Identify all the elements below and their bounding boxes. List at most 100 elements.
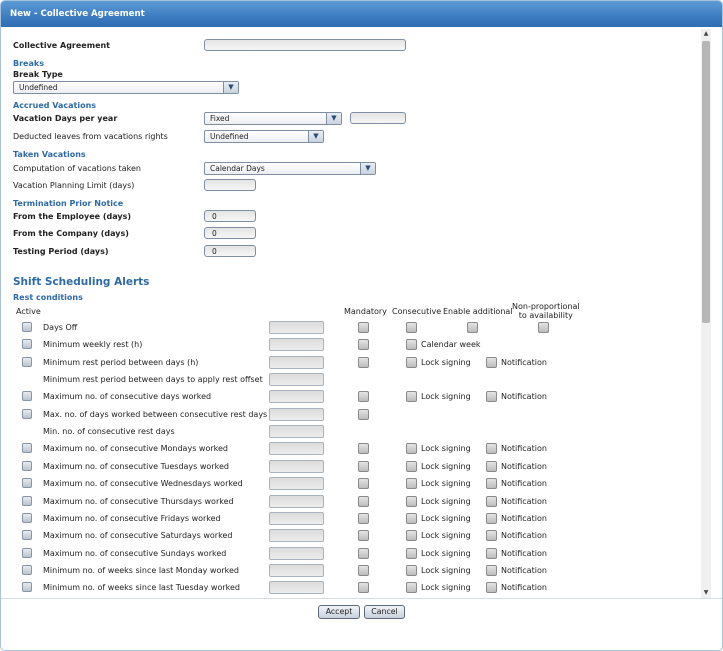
active-checkbox[interactable] [22,530,32,540]
option1-checkbox[interactable] [406,548,417,559]
mandatory-checkbox[interactable] [358,443,369,454]
rest-condition-value-input[interactable] [269,356,324,369]
rest-condition-value-input[interactable] [269,338,324,351]
active-checkbox[interactable] [22,478,32,488]
rest-condition-value-input[interactable] [269,477,324,490]
active-checkbox[interactable] [22,548,32,558]
nonprop-checkbox[interactable] [538,322,549,333]
option1-checkbox[interactable] [406,339,417,350]
option1-checkbox[interactable] [406,391,417,402]
active-checkbox[interactable] [22,565,32,575]
rest-condition-value-input[interactable] [269,581,324,594]
rest-condition-value-input[interactable] [269,495,324,508]
notification-checkbox[interactable] [486,443,497,454]
mandatory-checkbox[interactable] [358,391,369,402]
rest-condition-value-input[interactable] [269,408,324,421]
notification-checkbox[interactable] [486,496,497,507]
vacation-days-input[interactable] [350,112,406,124]
mandatory-checkbox[interactable] [358,322,369,333]
arrow-up-icon[interactable]: ▲ [701,29,711,39]
mandatory-checkbox[interactable] [358,565,369,576]
active-checkbox[interactable] [22,357,32,367]
vertical-scrollbar[interactable]: ▲ ▼ [701,29,711,598]
notification-label: Notification [501,583,547,592]
active-checkbox[interactable] [22,443,32,453]
option1-checkbox[interactable] [406,478,417,489]
option1-checkbox[interactable] [406,461,417,472]
active-checkbox[interactable] [22,322,32,332]
option1-checkbox[interactable] [406,443,417,454]
option1-label: Lock signing [421,479,471,488]
rest-condition-value-input[interactable] [269,460,324,473]
option1-checkbox[interactable] [406,565,417,576]
rest-condition-label: Minimum no. of weeks since last Monday w… [43,566,240,575]
mandatory-checkbox[interactable] [358,530,369,541]
computation-select[interactable]: Calendar Days ▼ [204,162,376,175]
accept-button[interactable]: Accept [318,605,360,619]
mandatory-checkbox[interactable] [358,582,369,593]
option1-checkbox[interactable] [406,530,417,541]
option1-checkbox[interactable] [406,357,417,368]
notification-checkbox[interactable] [486,565,497,576]
option1-label: Lock signing [421,583,471,592]
breaks-section-title: Breaks [13,59,44,68]
notification-checkbox[interactable] [486,582,497,593]
vacation-days-select[interactable]: Fixed ▼ [204,112,342,125]
mandatory-checkbox[interactable] [358,357,369,368]
chevron-down-icon[interactable]: ▼ [326,113,341,124]
rest-condition-value-input[interactable] [269,425,324,438]
cancel-button[interactable]: Cancel [364,605,405,619]
rest-condition-value-input[interactable] [269,547,324,560]
rest-condition-value-input[interactable] [269,512,324,525]
mandatory-checkbox[interactable] [358,409,369,420]
break-type-select[interactable]: Undefined ▼ [13,81,239,94]
mandatory-checkbox[interactable] [358,548,369,559]
active-checkbox[interactable] [22,496,32,506]
active-checkbox[interactable] [22,339,32,349]
scrollbar-thumb[interactable] [702,41,710,323]
notification-checkbox[interactable] [486,478,497,489]
active-checkbox[interactable] [22,513,32,523]
notification-checkbox[interactable] [486,391,497,402]
footer-divider [1,598,722,599]
chevron-down-icon[interactable]: ▼ [308,131,323,142]
option1-checkbox[interactable] [406,496,417,507]
rest-condition-value-input[interactable] [269,373,324,386]
notification-checkbox[interactable] [486,513,497,524]
rest-condition-label: Days Off [43,323,78,332]
enable-additional-checkbox[interactable] [467,322,478,333]
active-checkbox[interactable] [22,461,32,471]
rest-condition-value-input[interactable] [269,390,324,403]
active-checkbox[interactable] [22,391,32,401]
notification-checkbox[interactable] [486,530,497,541]
notification-checkbox[interactable] [486,461,497,472]
collective-agreement-input[interactable] [204,39,406,51]
option1-label: Lock signing [421,514,471,523]
rest-condition-value-input[interactable] [269,321,324,334]
rest-condition-label: Maximum no. of consecutive Wednesdays wo… [43,479,243,488]
notification-checkbox[interactable] [486,357,497,368]
chevron-down-icon[interactable]: ▼ [223,82,238,93]
option1-checkbox[interactable] [406,513,417,524]
active-checkbox[interactable] [22,409,32,419]
from-employee-input[interactable]: 0 [204,210,256,222]
deducted-leaves-select[interactable]: Undefined ▼ [204,130,324,143]
mandatory-checkbox[interactable] [358,478,369,489]
notification-checkbox[interactable] [486,548,497,559]
arrow-down-icon[interactable]: ▼ [701,588,711,598]
mandatory-checkbox[interactable] [358,339,369,350]
from-company-input[interactable]: 0 [204,227,256,239]
rest-condition-value-input[interactable] [269,442,324,455]
rest-condition-value-input[interactable] [269,564,324,577]
rest-condition-value-input[interactable] [269,529,324,542]
testing-period-input[interactable]: 0 [204,245,256,257]
mandatory-checkbox[interactable] [358,461,369,472]
option1-checkbox[interactable] [406,582,417,593]
planning-limit-input[interactable] [204,179,256,191]
mandatory-checkbox[interactable] [358,513,369,524]
option1-checkbox[interactable] [406,322,417,333]
mandatory-checkbox[interactable] [358,496,369,507]
chevron-down-icon[interactable]: ▼ [360,163,375,174]
rest-condition-label: Maximum no. of consecutive Thursdays wor… [43,497,234,506]
active-checkbox[interactable] [22,582,32,592]
